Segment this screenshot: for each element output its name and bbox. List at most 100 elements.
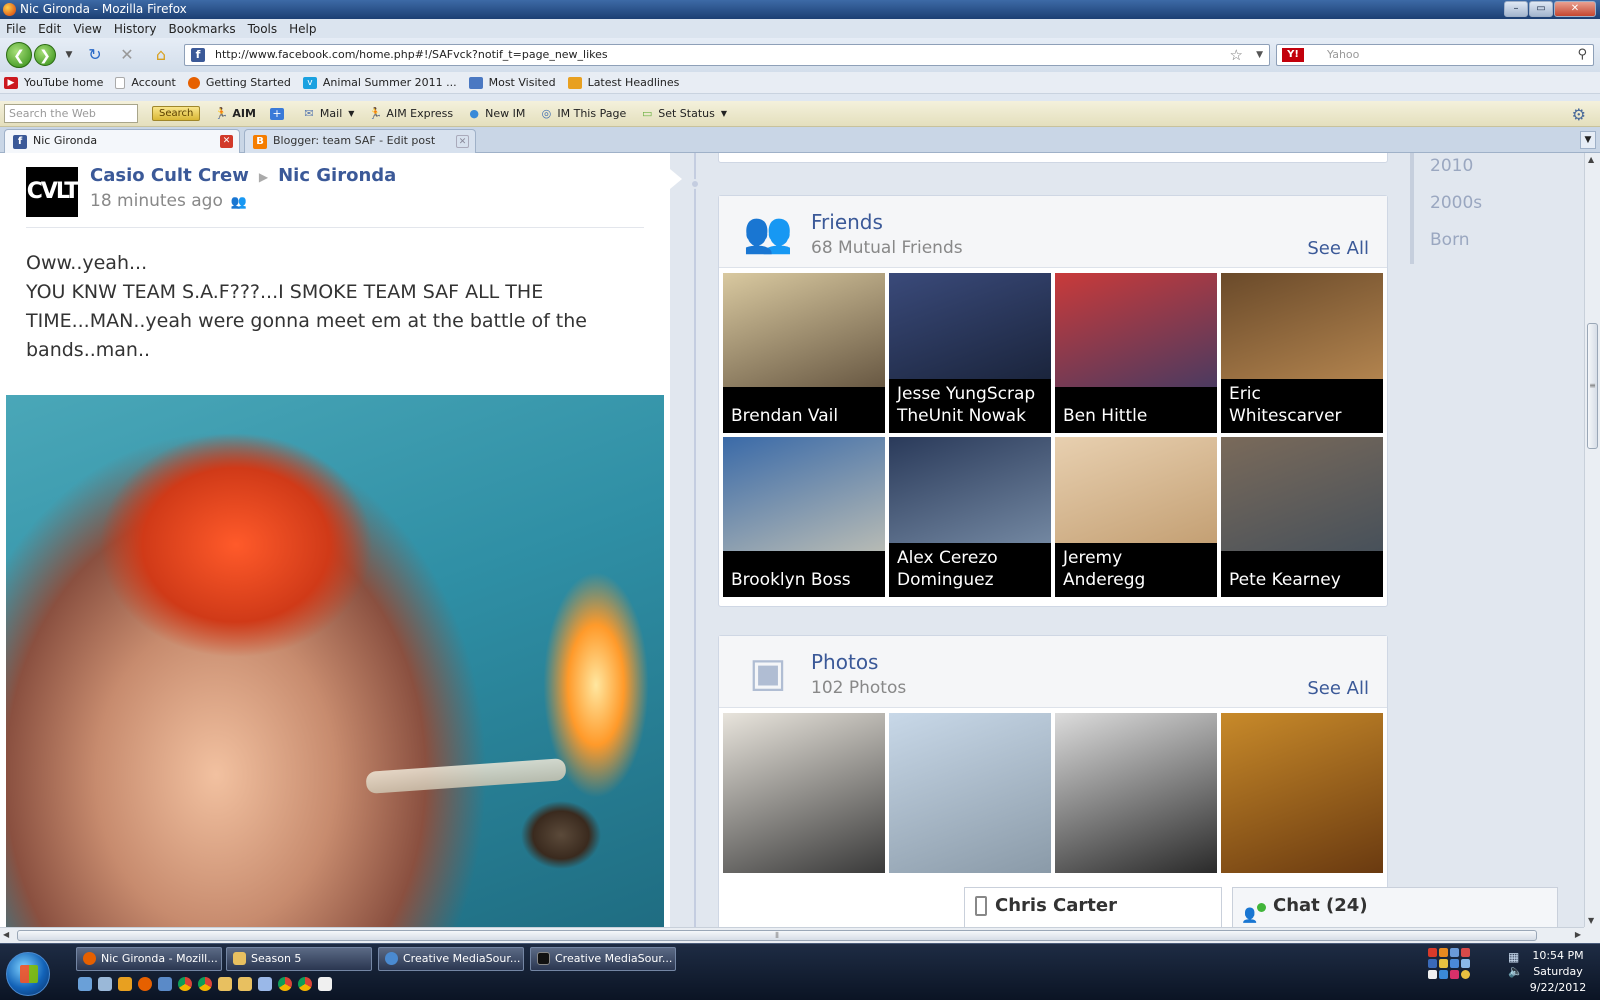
scroll-up-icon[interactable]: ▲ <box>1588 155 1594 164</box>
menu-tools[interactable]: Tools <box>248 22 278 36</box>
chat-tab-chris-carter[interactable]: Chris Carter <box>964 887 1222 927</box>
aim-new-im-button[interactable]: ● New IM <box>467 107 525 120</box>
menu-file[interactable]: File <box>6 22 26 36</box>
home-icon[interactable]: ⌂ <box>152 46 170 64</box>
vertical-scroll-thumb[interactable]: ≡ <box>1587 323 1598 449</box>
tray-app-icon[interactable] <box>1461 948 1470 957</box>
post-target-link[interactable]: Nic Gironda <box>278 165 396 186</box>
tab-blogger[interactable]: B Blogger: team SAF - Edit post ✕ <box>244 129 476 153</box>
start-button[interactable] <box>6 952 50 996</box>
photo-thumbnail[interactable] <box>1055 713 1217 873</box>
friend-tile[interactable]: Eric Whitescarver <box>1221 273 1383 433</box>
chat-sidebar-toggle[interactable]: 👤 Chat (24) <box>1232 887 1558 927</box>
close-tab-icon[interactable]: ✕ <box>456 135 469 148</box>
photo-thumbnail[interactable] <box>1221 713 1383 873</box>
friend-tile[interactable]: Brendan Vail <box>723 273 885 433</box>
aim-add-button[interactable]: + <box>269 107 288 120</box>
mail-dropdown-icon[interactable]: ▼ <box>348 109 354 118</box>
media-icon[interactable] <box>118 977 132 991</box>
friend-tile[interactable]: Pete Kearney <box>1221 437 1383 597</box>
horizontal-scrollbar[interactable]: ◀ ⦀ ▶ <box>0 927 1584 943</box>
taskbar-button-mediasource-1[interactable]: Creative MediaSour... <box>378 947 524 971</box>
search-magnifier-icon[interactable]: ⚲ <box>1577 45 1587 65</box>
reload-icon[interactable]: ↻ <box>86 46 104 64</box>
tray-app-icon[interactable] <box>1461 970 1470 979</box>
explorer-icon[interactable] <box>98 977 112 991</box>
friend-tile[interactable]: Ben Hittle <box>1055 273 1217 433</box>
friends-title[interactable]: Friends <box>811 210 883 234</box>
post-photo[interactable] <box>6 395 664 927</box>
menu-history[interactable]: History <box>114 22 157 36</box>
aim-search-input[interactable]: Search the Web <box>4 104 138 123</box>
post-time-link[interactable]: 18 minutes ago <box>90 191 223 211</box>
itunes-icon[interactable] <box>258 977 272 991</box>
horizontal-scroll-thumb[interactable]: ⦀ <box>17 930 1537 941</box>
folder-icon[interactable] <box>238 977 252 991</box>
avatar[interactable]: CVLT <box>26 167 79 217</box>
friend-tile[interactable]: Alex Cerezo Dominguez <box>889 437 1051 597</box>
vertical-scrollbar[interactable]: ▲ ≡ ▼ <box>1584 153 1600 927</box>
scroll-right-icon[interactable]: ▶ <box>1575 930 1581 939</box>
tray-app-icon[interactable] <box>1428 959 1437 968</box>
friend-tile[interactable]: Jeremy Anderegg <box>1055 437 1217 597</box>
yahoo-engine-icon[interactable]: Y! <box>1282 48 1304 62</box>
stop-icon[interactable]: ✕ <box>118 46 136 64</box>
gear-icon[interactable]: ⚙ <box>1572 105 1586 124</box>
search-bar[interactable]: Y! Yahoo ⚲ <box>1276 44 1594 66</box>
aim-set-status-button[interactable]: ▭ Set Status ▼ <box>640 107 727 120</box>
photo-thumbnail[interactable] <box>889 713 1051 873</box>
close-tab-icon[interactable]: ✕ <box>220 135 233 148</box>
year-born-link[interactable]: Born <box>1410 227 1530 264</box>
folder-icon[interactable] <box>218 977 232 991</box>
maximize-button[interactable]: ▭ <box>1529 1 1553 17</box>
tray-app-icon[interactable] <box>1450 959 1459 968</box>
tray-app-icon[interactable] <box>1439 959 1448 968</box>
tray-app-icon[interactable] <box>1439 948 1448 957</box>
aim-express-button[interactable]: 🏃 AIM Express <box>368 107 454 120</box>
tray-app-icon[interactable] <box>1461 959 1470 968</box>
aim-search-button[interactable]: Search <box>152 106 201 121</box>
taskbar-clock[interactable]: 10:54 PM Saturday 9/22/2012 <box>1520 948 1596 996</box>
tab-list-dropdown-icon[interactable]: ▼ <box>1580 131 1596 149</box>
chrome-icon[interactable] <box>178 977 192 991</box>
tray-app-icon[interactable] <box>1428 970 1437 979</box>
scroll-down-icon[interactable]: ▼ <box>1588 916 1594 925</box>
menu-bookmarks[interactable]: Bookmarks <box>169 22 236 36</box>
chrome-icon[interactable] <box>198 977 212 991</box>
year-2000s-link[interactable]: 2000s <box>1410 190 1530 227</box>
bookmark-latest-headlines[interactable]: Latest Headlines <box>567 76 679 89</box>
menu-edit[interactable]: Edit <box>38 22 61 36</box>
friend-tile[interactable]: Brooklyn Boss <box>723 437 885 597</box>
chrome-icon[interactable] <box>298 977 312 991</box>
chrome-icon[interactable] <box>278 977 292 991</box>
photos-see-all-link[interactable]: See All <box>1307 678 1369 699</box>
tray-app-icon[interactable] <box>1439 970 1448 979</box>
menu-view[interactable]: View <box>73 22 101 36</box>
show-desktop-icon[interactable] <box>78 977 92 991</box>
post-author-link[interactable]: Casio Cult Crew <box>90 165 249 186</box>
adobe-icon[interactable] <box>1428 948 1437 957</box>
bookmark-star-icon[interactable]: ☆ <box>1230 45 1243 65</box>
back-button[interactable]: ❮ <box>6 42 32 68</box>
bookmark-account[interactable]: Account <box>115 76 176 89</box>
taskbar-button-mediasource-2[interactable]: Creative MediaSour... <box>530 947 676 971</box>
aim-im-this-page-button[interactable]: ◎ IM This Page <box>539 107 627 120</box>
taskbar-button-firefox[interactable]: Nic Gironda - Mozill... <box>76 947 222 971</box>
photo-thumbnail[interactable] <box>723 713 885 873</box>
tray-app-icon[interactable] <box>1450 948 1459 957</box>
aim-logo[interactable]: 🏃 AIM <box>214 107 256 120</box>
menu-help[interactable]: Help <box>289 22 316 36</box>
scroll-left-icon[interactable]: ◀ <box>3 930 9 939</box>
aim-mail-button[interactable]: ✉ Mail ▼ <box>302 107 354 120</box>
tab-nic-gironda[interactable]: f Nic Gironda ✕ <box>4 129 240 153</box>
bookmark-most-visited[interactable]: Most Visited <box>468 76 556 89</box>
document-icon[interactable] <box>318 977 332 991</box>
bookmark-youtube-home[interactable]: ▶ YouTube home <box>4 76 103 89</box>
friends-see-all-link[interactable]: See All <box>1307 238 1369 259</box>
year-2010-link[interactable]: 2010 <box>1410 153 1530 190</box>
tray-app-icon[interactable] <box>1450 970 1459 979</box>
friend-tile[interactable]: Jesse YungScrap TheUnit Nowak <box>889 273 1051 433</box>
minimize-button[interactable]: – <box>1504 1 1528 17</box>
url-bar[interactable]: f http://www.facebook.com/home.php#!/SAF… <box>184 44 1270 66</box>
photos-title[interactable]: Photos <box>811 650 878 674</box>
